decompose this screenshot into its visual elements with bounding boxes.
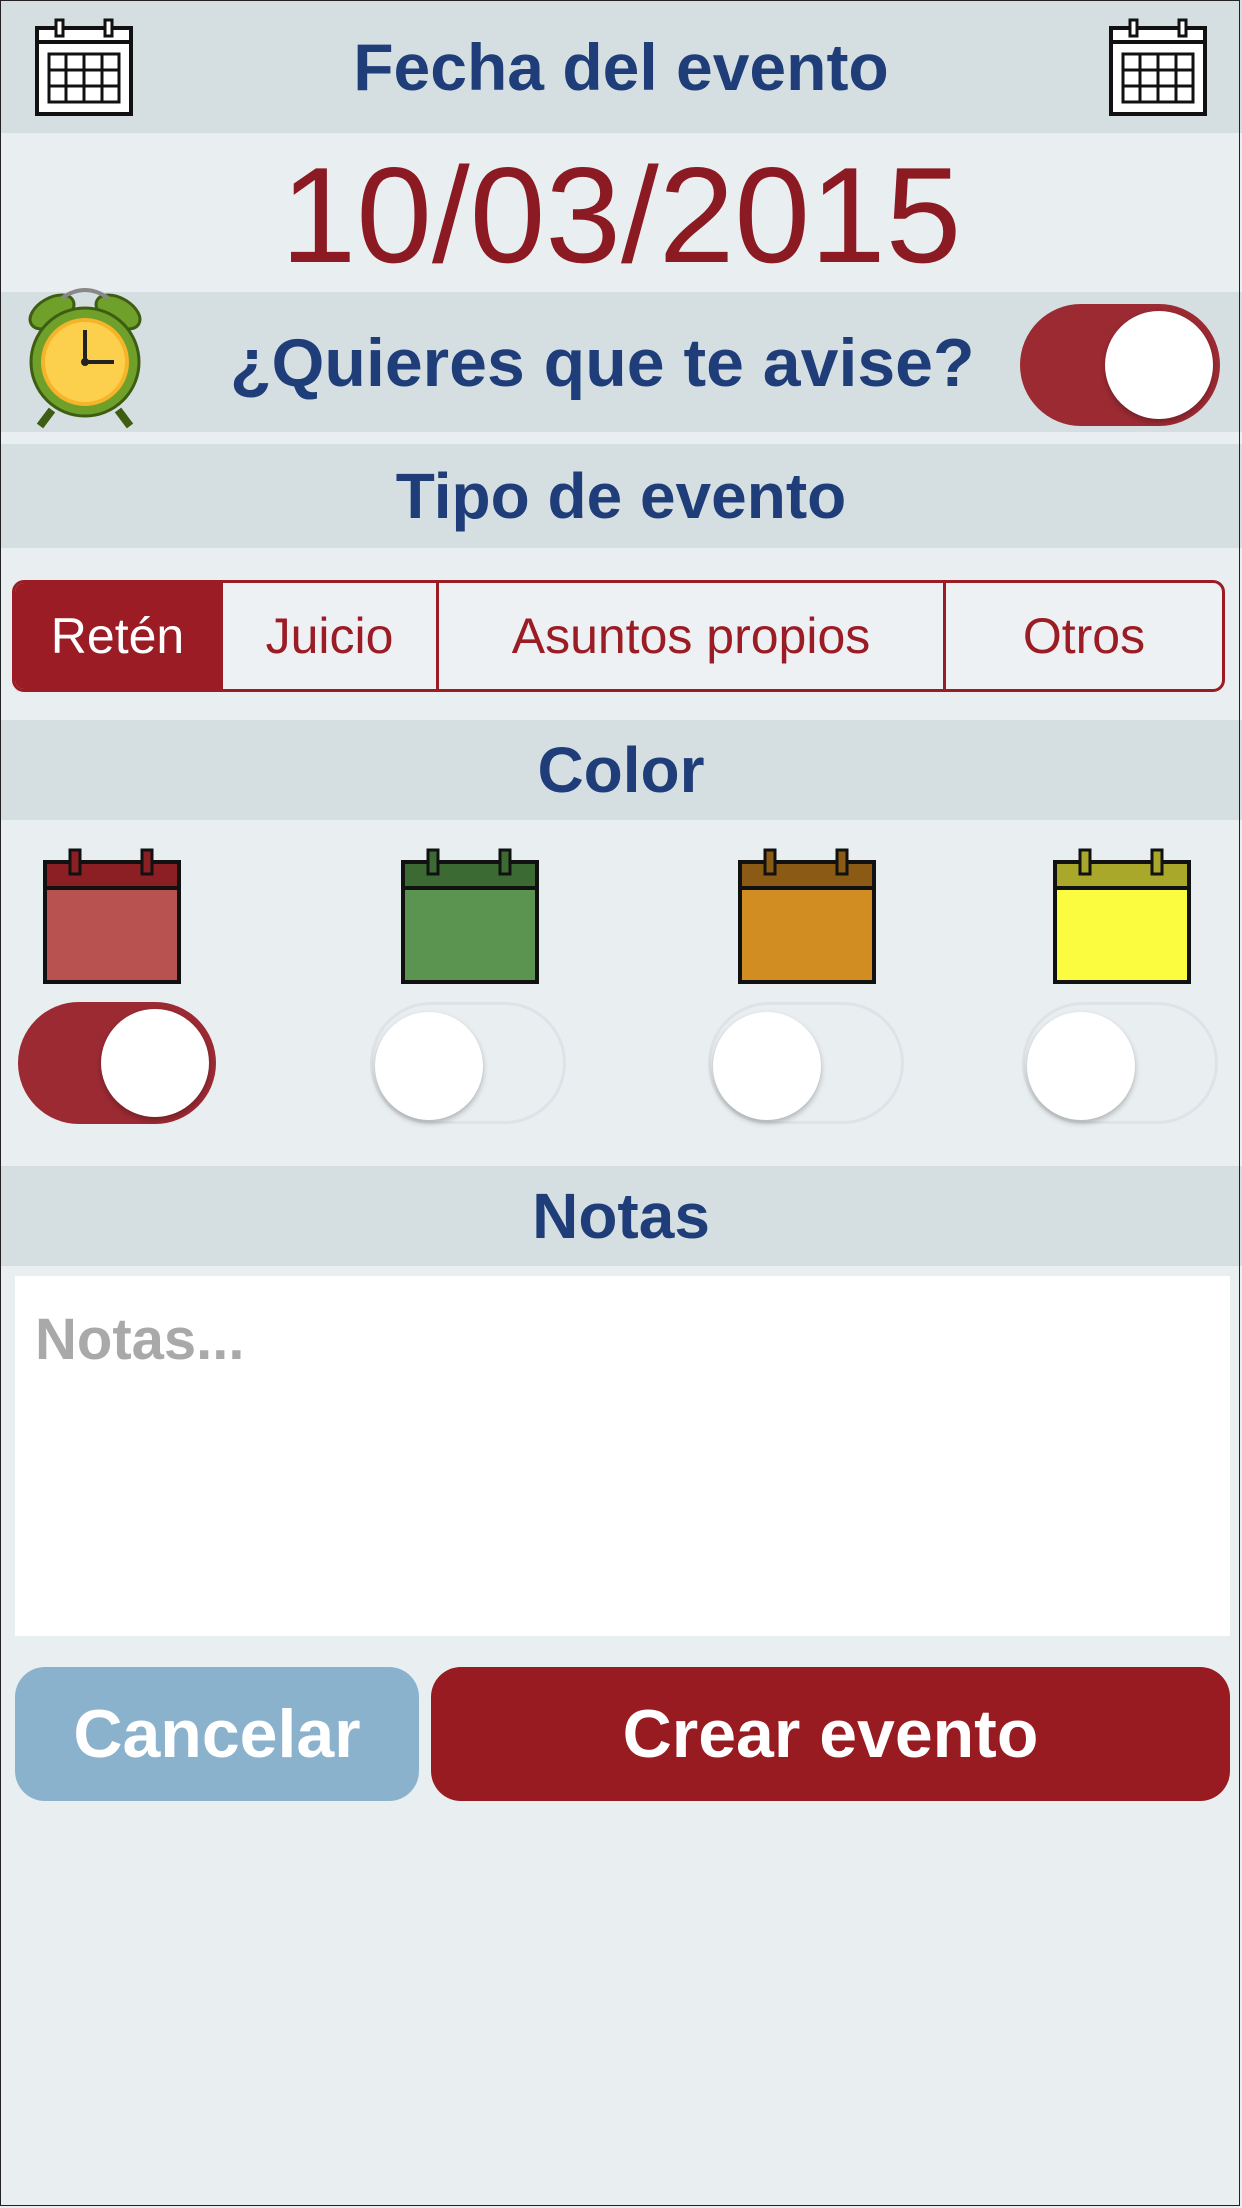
segment-reten[interactable]: Retén — [15, 583, 223, 689]
create-event-button[interactable]: Crear evento — [431, 1667, 1230, 1801]
toggle-knob — [375, 1012, 483, 1120]
segment-juicio[interactable]: Juicio — [223, 583, 439, 689]
yellow-color-toggle[interactable] — [1022, 1002, 1218, 1124]
notes-header: Notas — [0, 1166, 1242, 1266]
red-color-toggle[interactable] — [18, 1002, 216, 1124]
event-type-title: Tipo de evento — [395, 460, 847, 532]
alarm-question-label: ¿Quieres que te avise? — [230, 325, 975, 401]
yellow-calendar-icon[interactable] — [1052, 848, 1192, 986]
red-calendar-icon[interactable] — [42, 848, 182, 986]
event-type-segmented-control: Retén Juicio Asuntos propios Otros — [12, 580, 1225, 692]
notes-title: Notas — [532, 1180, 710, 1252]
toggle-knob — [1105, 311, 1213, 419]
alarm-clock-icon — [28, 288, 142, 429]
cancel-button[interactable]: Cancelar — [15, 1667, 419, 1801]
calendar-icon-left[interactable] — [34, 18, 134, 118]
green-calendar-icon[interactable] — [400, 848, 540, 986]
event-date[interactable]: 10/03/2015 — [0, 140, 1242, 290]
toggle-knob — [1027, 1012, 1135, 1120]
toggle-knob — [713, 1012, 821, 1120]
alarm-toggle[interactable] — [1020, 304, 1220, 426]
color-title: Color — [537, 734, 705, 806]
segment-otros[interactable]: Otros — [946, 583, 1222, 689]
header-bar: Fecha del evento — [0, 0, 1242, 133]
green-color-toggle[interactable] — [370, 1002, 566, 1124]
notes-textarea[interactable] — [15, 1276, 1230, 1636]
orange-color-toggle[interactable] — [708, 1002, 904, 1124]
color-header: Color — [0, 720, 1242, 820]
calendar-icon-right[interactable] — [1108, 18, 1208, 118]
header-title: Fecha del evento — [353, 29, 889, 104]
event-type-header: Tipo de evento — [0, 444, 1242, 548]
orange-calendar-icon[interactable] — [737, 848, 877, 986]
toggle-knob — [101, 1009, 209, 1117]
segment-asuntos-propios[interactable]: Asuntos propios — [439, 583, 946, 689]
